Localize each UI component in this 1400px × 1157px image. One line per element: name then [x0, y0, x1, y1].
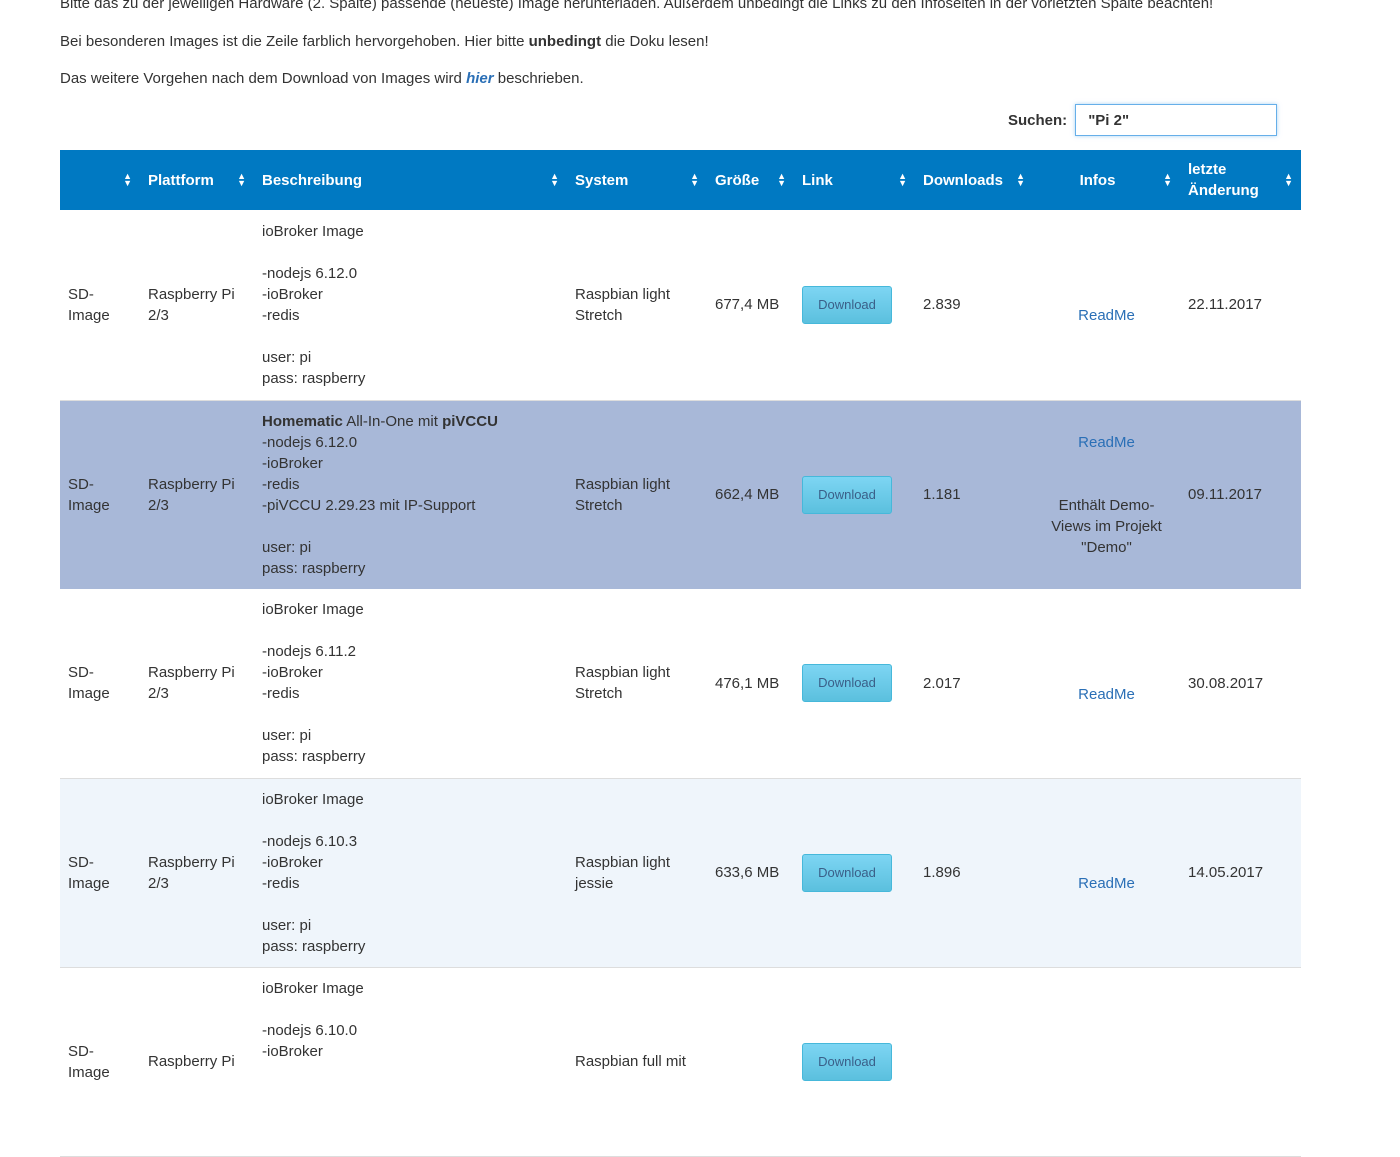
cell-description: Homematic All-In-One mit piVCCU -nodejs 6…	[254, 400, 567, 589]
intro-line-3: Das weitere Vorgehen nach dem Download v…	[60, 70, 584, 87]
cell-date	[1180, 967, 1301, 1157]
readme-link[interactable]: ReadMe	[1078, 686, 1135, 703]
sort-icon: ▲ ▼	[777, 171, 786, 188]
cell-system: Raspbian light Stretch	[567, 589, 707, 779]
cell-downloads	[915, 967, 1033, 1157]
cell-description: ioBroker Image -nodejs 6.11.2 -ioBroker -re…	[254, 589, 567, 779]
intro-line-1: Bitte das zu der jeweiligen Hardware (2.…	[60, 0, 1214, 12]
cell-downloads: 2.839	[915, 210, 1033, 401]
cell-platform: Raspberry Pi	[140, 967, 254, 1157]
download-button[interactable]: Download	[802, 853, 892, 892]
readme-link[interactable]: ReadMe	[1078, 875, 1135, 892]
image-table: ▲ ▼ Plattform ▲ ▼ Beschreibung ▲ ▼ System ▲ ▼ G…	[60, 150, 1301, 1157]
col-header-groesse[interactable]: Größe ▲ ▼	[707, 150, 794, 210]
cell-description: ioBroker Image -nodejs 6.10.3 -ioBroker -re…	[254, 778, 567, 968]
cell-platform: Raspberry Pi 2/3	[140, 778, 254, 968]
cell-date: 09.11.2017	[1180, 400, 1301, 589]
sort-icon: ▲ ▼	[898, 171, 907, 188]
cell-link: Download	[794, 400, 915, 589]
readme-link[interactable]: ReadMe	[1078, 434, 1135, 451]
cell-link: Download	[794, 778, 915, 968]
table-row: SD-Image Raspberry Pi 2/3 ioBroker Image…	[60, 589, 1301, 779]
search-label: Suchen:	[1008, 111, 1068, 129]
cell-system: Raspbian full mit	[567, 967, 707, 1157]
cell-infos: ReadMe	[1033, 778, 1180, 968]
cell-downloads: 1.896	[915, 778, 1033, 968]
search-input[interactable]	[1075, 104, 1278, 136]
cell-infos: ReadMe	[1033, 210, 1180, 401]
cell-platform: Raspberry Pi 2/3	[140, 589, 254, 779]
download-button[interactable]: Download	[802, 475, 892, 514]
cell-platform: Raspberry Pi 2/3	[140, 210, 254, 401]
cell-type: SD-Image	[60, 589, 140, 779]
cell-downloads: 2.017	[915, 589, 1033, 779]
col-header-system[interactable]: System ▲ ▼	[567, 150, 707, 210]
table-row: SD-Image Raspberry Pi 2/3 ioBroker Image…	[60, 210, 1301, 401]
table-row-highlighted: SD-Image Raspberry Pi 2/3 Homematic All-…	[60, 400, 1301, 589]
cell-size: 662,4 MB	[707, 400, 794, 589]
download-button[interactable]: Download	[802, 1042, 892, 1081]
sort-icon: ▲ ▼	[550, 171, 559, 188]
download-button[interactable]: Download	[802, 664, 892, 703]
cell-infos: ReadMe	[1033, 589, 1180, 779]
col-header-link[interactable]: Link ▲ ▼	[794, 150, 915, 210]
cell-description: ioBroker Image -nodejs 6.10.0 -ioBroker	[254, 967, 567, 1157]
col-header-letzte-aenderung[interactable]: letzte Änderung ▲ ▼	[1180, 150, 1301, 210]
cell-date: 30.08.2017	[1180, 589, 1301, 779]
hier-link[interactable]: hier	[466, 70, 494, 87]
cell-downloads: 1.181	[915, 400, 1033, 589]
cell-platform: Raspberry Pi 2/3	[140, 400, 254, 589]
cell-date: 14.05.2017	[1180, 778, 1301, 968]
cell-type: SD-Image	[60, 967, 140, 1157]
cell-link: Download	[794, 967, 915, 1157]
col-header-type[interactable]: ▲ ▼	[60, 150, 140, 210]
cell-size: 677,4 MB	[707, 210, 794, 401]
cell-description: ioBroker Image -nodejs 6.12.0 -ioBroker -re…	[254, 210, 567, 401]
cell-type: SD-Image	[60, 778, 140, 968]
sort-icon: ▲ ▼	[1163, 171, 1172, 188]
cell-link: Download	[794, 210, 915, 401]
cell-infos	[1033, 967, 1180, 1157]
sort-icon: ▲ ▼	[1016, 171, 1025, 188]
table-row: SD-Image Raspberry Pi 2/3 ioBroker Image…	[60, 778, 1301, 968]
sort-icon: ▲ ▼	[1284, 171, 1293, 188]
col-header-beschreibung[interactable]: Beschreibung ▲ ▼	[254, 150, 567, 210]
cell-system: Raspbian light Stretch	[567, 210, 707, 401]
search-box: Suchen:	[1008, 104, 1278, 136]
col-header-infos[interactable]: Infos ▲ ▼	[1033, 150, 1180, 210]
col-header-downloads[interactable]: Downloads ▲ ▼	[915, 150, 1033, 210]
readme-link[interactable]: ReadMe	[1078, 307, 1135, 324]
sort-icon: ▲ ▼	[237, 171, 246, 188]
table-row: SD-Image Raspberry Pi ioBroker Image -nod…	[60, 967, 1301, 1157]
table-header-row: ▲ ▼ Plattform ▲ ▼ Beschreibung ▲ ▼ System ▲ ▼ G…	[60, 150, 1301, 210]
col-header-plattform[interactable]: Plattform ▲ ▼	[140, 150, 254, 210]
cell-size	[707, 967, 794, 1157]
cell-link: Download	[794, 589, 915, 779]
cell-date: 22.11.2017	[1180, 210, 1301, 401]
info-note: Enthält Demo-Views im Projekt "Demo"	[1051, 496, 1162, 556]
cell-type: SD-Image	[60, 210, 140, 401]
sort-icon: ▲ ▼	[690, 171, 699, 188]
intro-line-2: Bei besonderen Images ist die Zeile farb…	[60, 33, 709, 50]
cell-size: 633,6 MB	[707, 778, 794, 968]
sort-icon: ▲ ▼	[123, 171, 132, 188]
cell-type: SD-Image	[60, 400, 140, 589]
cell-infos: ReadMe Enthält Demo-Views im Projekt "De…	[1033, 400, 1180, 589]
download-button[interactable]: Download	[802, 285, 892, 324]
cell-system: Raspbian light Stretch	[567, 400, 707, 589]
cell-system: Raspbian light jessie	[567, 778, 707, 968]
cell-size: 476,1 MB	[707, 589, 794, 779]
